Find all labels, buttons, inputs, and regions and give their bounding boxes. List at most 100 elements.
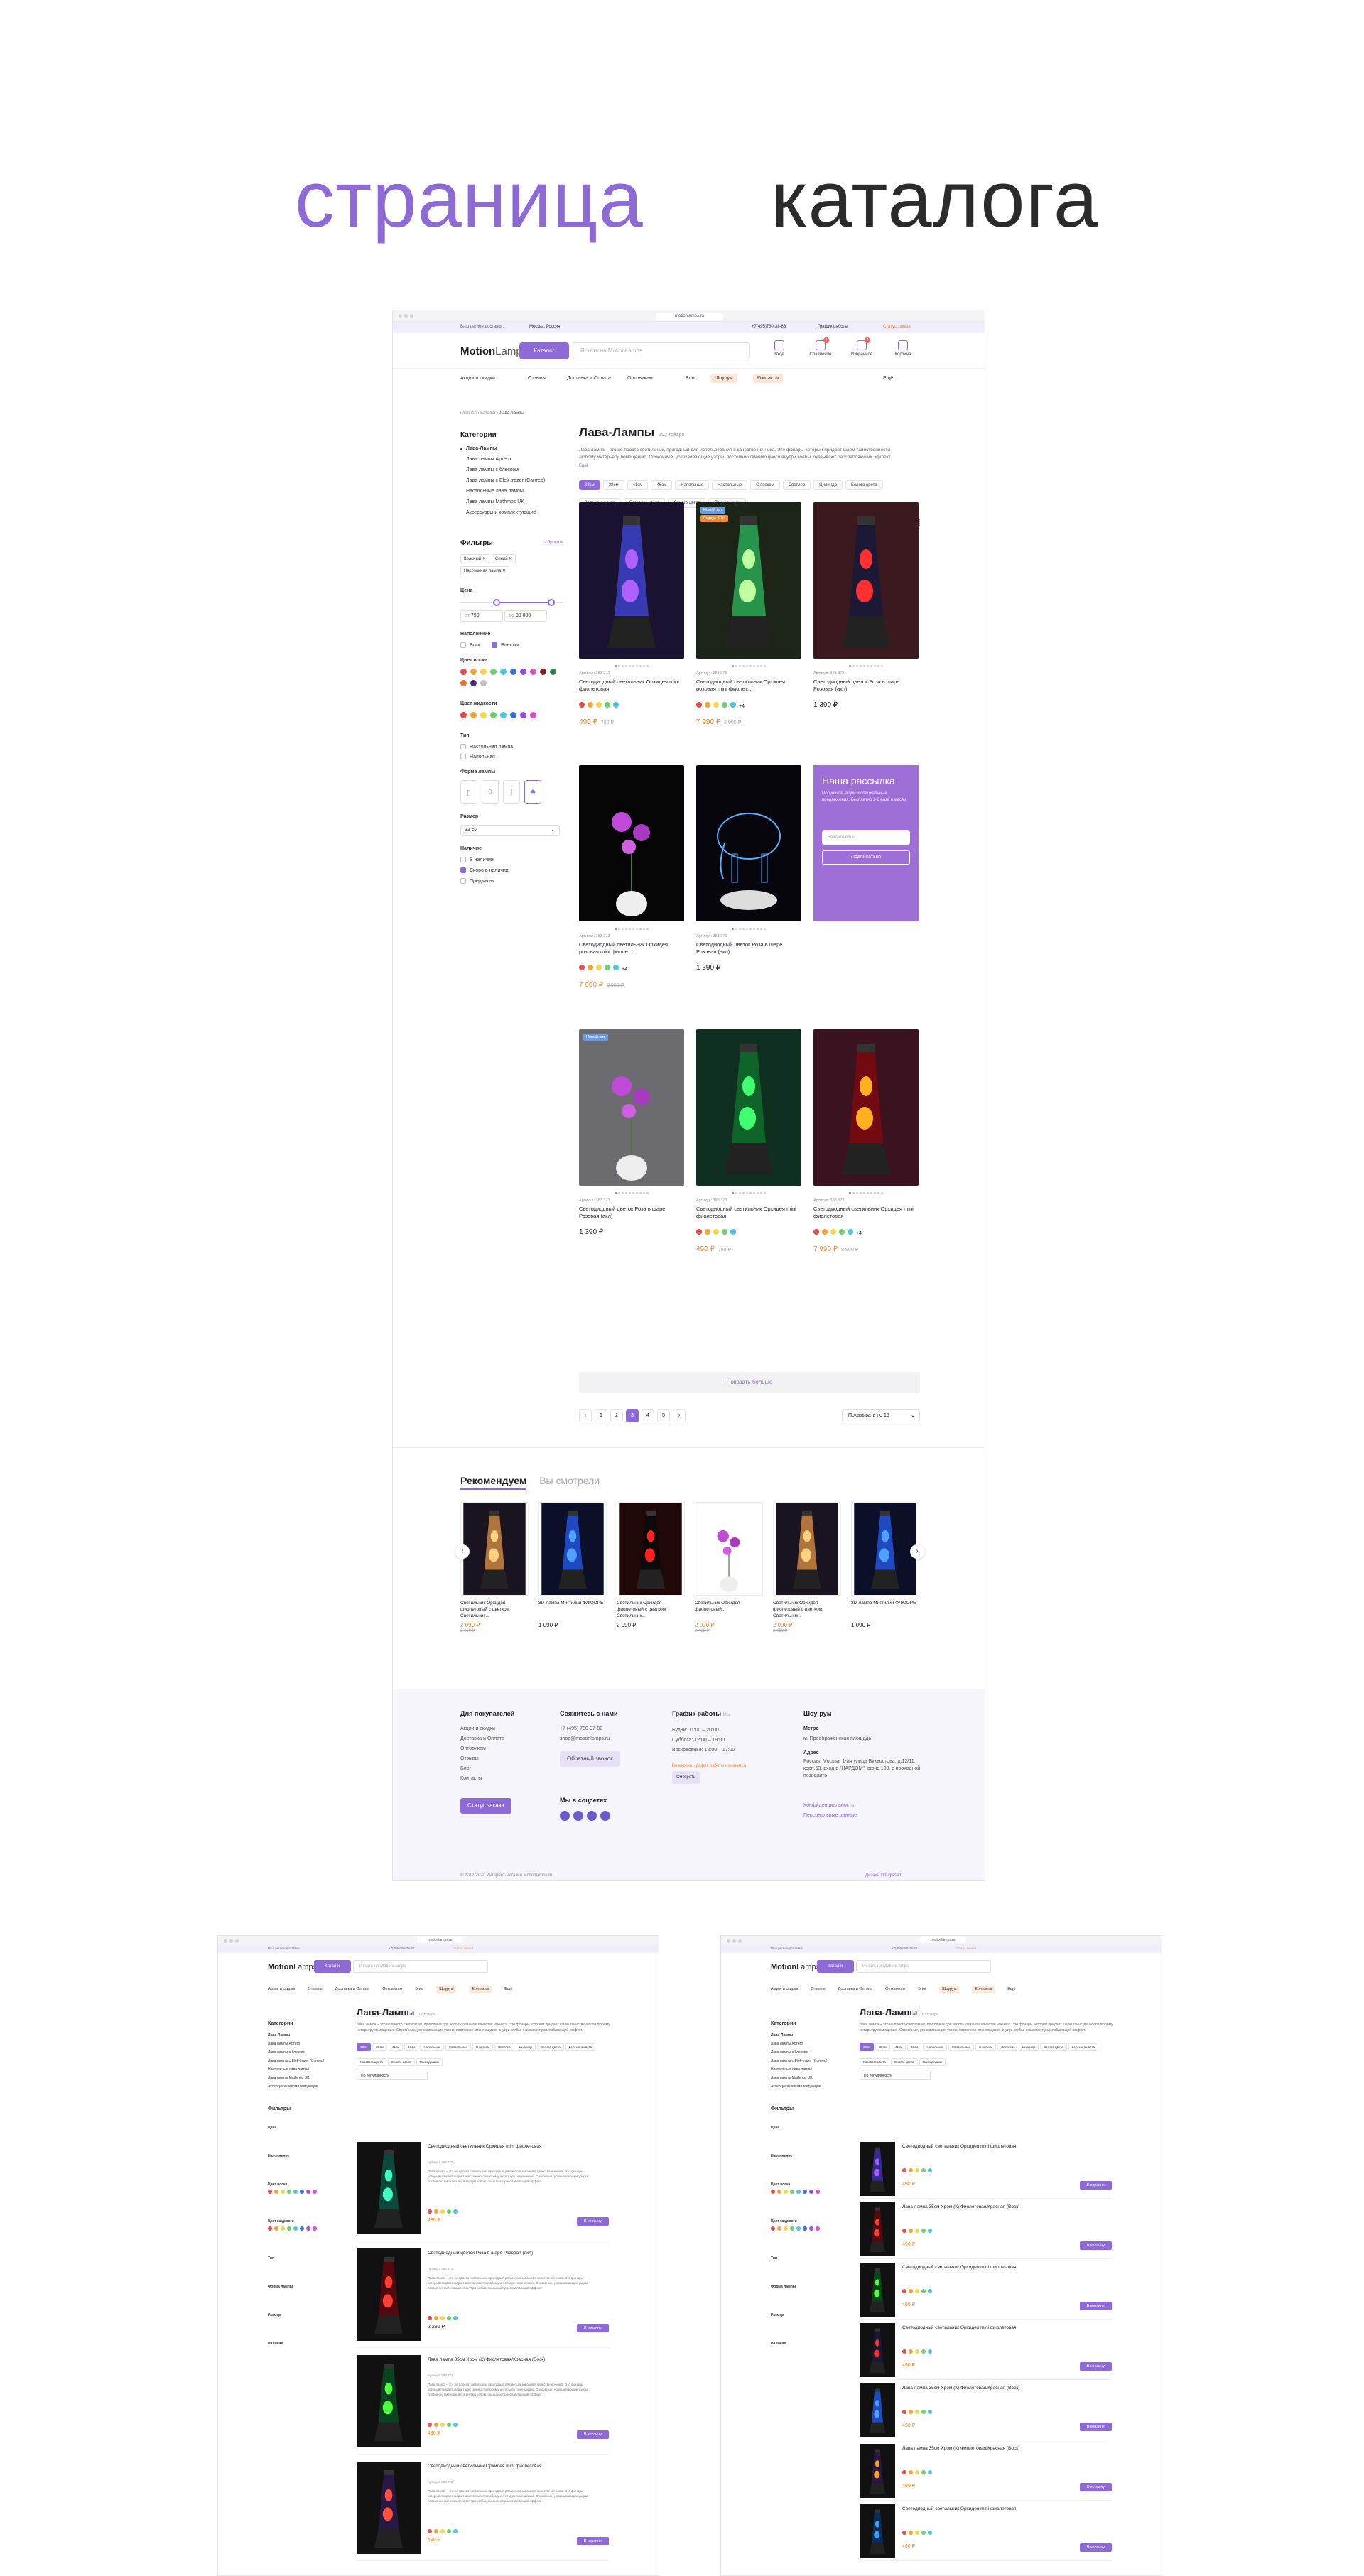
color-swatch[interactable] bbox=[822, 1229, 828, 1235]
page-link[interactable]: 1 bbox=[595, 1409, 607, 1422]
color-swatch[interactable] bbox=[928, 2168, 932, 2172]
quick-tag[interactable]: Цилиндр bbox=[1018, 2043, 1039, 2051]
color-swatch[interactable] bbox=[790, 2190, 794, 2194]
phone[interactable]: +7(495)780-38-88 bbox=[892, 1947, 917, 1950]
color-swatch[interactable] bbox=[460, 712, 467, 718]
product-name[interactable]: Светодиодный светильник Орхидея mini фио… bbox=[902, 2143, 1066, 2150]
color-swatch[interactable] bbox=[520, 712, 526, 718]
shape-tree-icon[interactable]: ♣ bbox=[524, 780, 541, 804]
per-page-select[interactable]: Показывать по 15 ⌄ bbox=[842, 1409, 920, 1422]
nav-item[interactable]: Блог bbox=[686, 376, 696, 381]
color-swatch[interactable] bbox=[803, 2226, 807, 2231]
nav-item[interactable]: Доставка и Оплата bbox=[335, 1987, 370, 1991]
nav-item[interactable]: Контакты bbox=[753, 374, 784, 383]
quick-tag[interactable]: С воском bbox=[750, 480, 780, 490]
color-swatch[interactable] bbox=[921, 2470, 926, 2474]
quick-tag[interactable]: 38см bbox=[875, 2043, 890, 2051]
color-swatch[interactable] bbox=[839, 1229, 845, 1235]
nav-item[interactable]: Акции и скидки bbox=[460, 376, 495, 381]
color-swatch[interactable] bbox=[809, 2226, 813, 2231]
breadcrumb-item[interactable]: Главная bbox=[460, 411, 477, 416]
reco-image[interactable] bbox=[538, 1502, 607, 1596]
reco-name[interactable]: Светильник Орхидея фиолетовый с цветком … bbox=[460, 1600, 529, 1619]
filter-chip[interactable]: Настольная лампа ✕ bbox=[460, 566, 510, 575]
list-item[interactable]: Светодиодный светильник Орхидея mini фио… bbox=[357, 2462, 609, 2561]
list-item[interactable]: Лава лампа 35см Хром (К) Фиолетовая/Крас… bbox=[357, 2355, 609, 2455]
add-to-cart-button[interactable]: В корзине bbox=[1079, 2423, 1112, 2431]
quick-tag[interactable]: Цилиндр bbox=[515, 2043, 536, 2051]
color-swatch[interactable] bbox=[440, 2316, 445, 2320]
color-swatch[interactable] bbox=[730, 1229, 736, 1235]
list-item[interactable]: Светодиодный светильник Орхидея mini фио… bbox=[860, 2504, 1112, 2561]
reco-card[interactable]: Светильник Орхидея фиолетовый с цветком … bbox=[617, 1502, 685, 1628]
product-card[interactable]: Артикул: 383 373 Светодиодный светильник … bbox=[696, 1029, 801, 1253]
sidebar-category[interactable]: Лава лампы Mathmos UK bbox=[771, 2074, 849, 2082]
add-to-cart-button[interactable]: В корзине bbox=[1079, 2302, 1112, 2310]
color-swatch[interactable] bbox=[915, 2531, 919, 2535]
color-swatch[interactable] bbox=[579, 965, 585, 970]
stock-option-preorder[interactable]: Предзаказ bbox=[460, 878, 563, 884]
shape-cylinder-icon[interactable]: ▯ bbox=[460, 780, 477, 804]
product-name[interactable]: Светодиодный светильник Орхидея mini фио… bbox=[428, 2143, 563, 2150]
add-to-cart-button[interactable]: В корзину bbox=[1079, 2543, 1112, 2552]
quick-tag[interactable]: Белого цвета bbox=[845, 480, 883, 490]
color-swatch[interactable] bbox=[921, 2531, 926, 2535]
quick-tag[interactable]: 33см bbox=[357, 2043, 372, 2051]
page-link[interactable]: 3 bbox=[626, 1409, 639, 1422]
filter-chip[interactable]: Синий ✕ bbox=[491, 554, 516, 563]
quick-tag[interactable]: Белого цвета bbox=[537, 2043, 564, 2051]
color-swatch[interactable] bbox=[915, 2349, 919, 2354]
color-swatch[interactable] bbox=[921, 2229, 926, 2233]
list-item[interactable]: Светодиодный светильник Орхидея mini фио… bbox=[860, 2142, 1112, 2199]
reco-card[interactable]: Светильник Орхидея фиолетовый с цветком … bbox=[460, 1502, 529, 1633]
quick-tag[interactable]: 46см bbox=[651, 480, 673, 490]
color-swatch[interactable] bbox=[453, 2316, 458, 2320]
color-swatch[interactable] bbox=[500, 712, 507, 718]
url-bar[interactable]: motionlamps.ru bbox=[920, 1937, 966, 1943]
nav-item[interactable]: Доставка и Оплата bbox=[838, 1987, 873, 1991]
header-compare-link[interactable]: 1 Сравнение bbox=[803, 337, 838, 357]
color-swatch[interactable] bbox=[915, 2410, 919, 2414]
youtube-icon[interactable] bbox=[587, 1811, 597, 1821]
color-swatch[interactable] bbox=[696, 1229, 702, 1235]
quick-tag[interactable]: Розового цвета bbox=[357, 2058, 386, 2066]
color-swatch[interactable] bbox=[921, 2168, 926, 2172]
reco-name[interactable]: 3D-лампа Мигтилий ФЛЮОРЕ bbox=[851, 1600, 919, 1619]
quick-tag[interactable]: 46см bbox=[907, 2043, 922, 2051]
color-swatch[interactable] bbox=[530, 712, 536, 718]
facebook-icon[interactable] bbox=[560, 1811, 570, 1821]
color-swatch[interactable] bbox=[596, 702, 602, 708]
product-image[interactable] bbox=[860, 2504, 895, 2558]
product-card[interactable]: Новый хит Скидка 30% Артикул: 383 373 Свето… bbox=[696, 502, 801, 726]
color-swatch[interactable] bbox=[579, 702, 585, 708]
list-item[interactable]: Светодиодный цветок Роза в шаре Розовая … bbox=[357, 2248, 609, 2348]
quick-tag[interactable]: Белого цвета bbox=[1040, 2043, 1067, 2051]
add-to-cart-button[interactable]: В корзине bbox=[1079, 2181, 1112, 2190]
search-input[interactable]: Искать на MotionLamps bbox=[353, 1960, 488, 1973]
add-to-cart-button[interactable]: В корзину bbox=[576, 2430, 609, 2439]
footer-link[interactable]: Контакты bbox=[460, 1774, 514, 1784]
quick-tag[interactable]: Синего цвета bbox=[387, 2058, 415, 2066]
catalog-button[interactable]: Каталог bbox=[817, 1960, 854, 1973]
product-name[interactable]: Лава лампа 35см Хром (К) Фиолетовая/Крас… bbox=[428, 2356, 563, 2363]
product-name[interactable]: Лава лампа 35см Хром (К) Фиолетовая/Крас… bbox=[902, 2204, 1066, 2210]
filter-chip[interactable]: Красный ✕ bbox=[460, 554, 489, 563]
product-name[interactable]: Светодиодный светильник Орхидея mini фио… bbox=[902, 2264, 1066, 2271]
color-swatch[interactable] bbox=[550, 669, 556, 675]
sidebar-category[interactable]: Лава лампы с блеском bbox=[460, 467, 563, 472]
product-image[interactable]: Новый хит bbox=[579, 1029, 684, 1186]
sidebar-category[interactable]: Лава лампы Артего bbox=[460, 457, 563, 462]
color-swatch[interactable] bbox=[921, 2410, 926, 2414]
color-swatch[interactable] bbox=[784, 2226, 788, 2231]
order-status-link[interactable]: Статус заказа bbox=[956, 1947, 976, 1950]
color-swatch[interactable] bbox=[777, 2190, 781, 2194]
quick-tag[interactable]: Настольные bbox=[445, 2043, 471, 2051]
color-swatch[interactable] bbox=[470, 712, 477, 718]
product-name[interactable]: Лава лампа 35см Хром (К) Фиолетовая/Крас… bbox=[902, 2385, 1066, 2391]
header-cart-link[interactable]: Корзина bbox=[886, 340, 920, 357]
quick-tag[interactable]: 46см bbox=[404, 2043, 419, 2051]
color-swatch[interactable] bbox=[902, 2470, 906, 2474]
product-name[interactable]: Светодиодный цветок Роза в шаре Розовая … bbox=[579, 1206, 684, 1221]
reco-image[interactable] bbox=[695, 1502, 763, 1596]
sidebar-category[interactable]: Лава лампы с блеском bbox=[268, 2048, 346, 2057]
